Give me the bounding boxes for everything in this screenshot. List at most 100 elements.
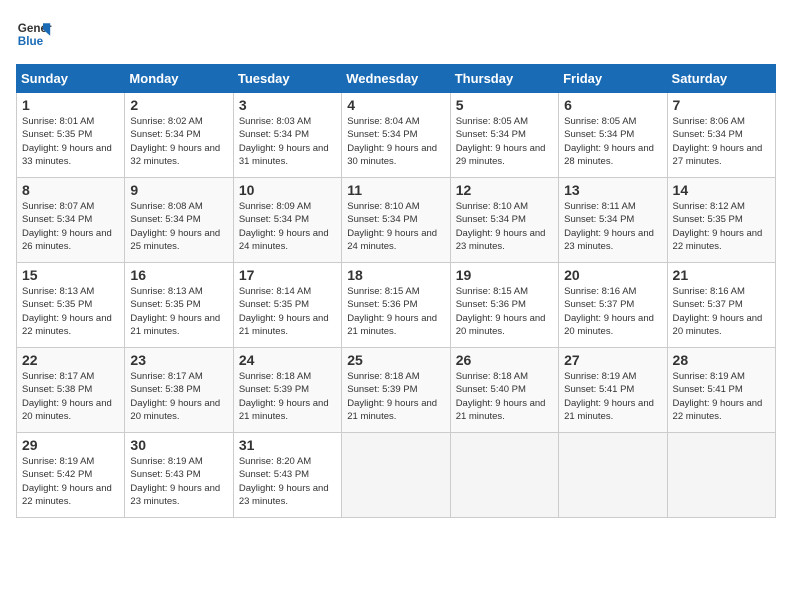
day-number: 24 xyxy=(239,352,336,368)
header-row: SundayMondayTuesdayWednesdayThursdayFrid… xyxy=(17,65,776,93)
calendar-cell xyxy=(450,433,558,518)
calendar-cell: 21 Sunrise: 8:16 AMSunset: 5:37 PMDayligh… xyxy=(667,263,775,348)
calendar-header: SundayMondayTuesdayWednesdayThursdayFrid… xyxy=(17,65,776,93)
day-number: 29 xyxy=(22,437,119,453)
cell-info: Sunrise: 8:12 AMSunset: 5:35 PMDaylight:… xyxy=(673,201,763,252)
cell-info: Sunrise: 8:07 AMSunset: 5:34 PMDaylight:… xyxy=(22,201,112,252)
svg-text:Blue: Blue xyxy=(18,35,44,48)
header-cell-thursday: Thursday xyxy=(450,65,558,93)
cell-info: Sunrise: 8:19 AMSunset: 5:41 PMDaylight:… xyxy=(673,371,763,422)
day-number: 5 xyxy=(456,97,553,113)
cell-info: Sunrise: 8:13 AMSunset: 5:35 PMDaylight:… xyxy=(130,286,220,337)
day-number: 23 xyxy=(130,352,227,368)
cell-info: Sunrise: 8:15 AMSunset: 5:36 PMDaylight:… xyxy=(456,286,546,337)
calendar-table: SundayMondayTuesdayWednesdayThursdayFrid… xyxy=(16,64,776,518)
day-number: 12 xyxy=(456,182,553,198)
cell-info: Sunrise: 8:17 AMSunset: 5:38 PMDaylight:… xyxy=(22,371,112,422)
day-number: 21 xyxy=(673,267,770,283)
cell-info: Sunrise: 8:18 AMSunset: 5:39 PMDaylight:… xyxy=(239,371,329,422)
calendar-cell: 18 Sunrise: 8:15 AMSunset: 5:36 PMDayligh… xyxy=(342,263,450,348)
week-row-3: 15 Sunrise: 8:13 AMSunset: 5:35 PMDayligh… xyxy=(17,263,776,348)
cell-info: Sunrise: 8:01 AMSunset: 5:35 PMDaylight:… xyxy=(22,116,112,167)
day-number: 27 xyxy=(564,352,661,368)
cell-info: Sunrise: 8:18 AMSunset: 5:40 PMDaylight:… xyxy=(456,371,546,422)
page-header: General Blue xyxy=(16,16,776,52)
calendar-cell: 6 Sunrise: 8:05 AMSunset: 5:34 PMDaylight… xyxy=(559,93,667,178)
calendar-cell: 25 Sunrise: 8:18 AMSunset: 5:39 PMDayligh… xyxy=(342,348,450,433)
calendar-cell: 20 Sunrise: 8:16 AMSunset: 5:37 PMDayligh… xyxy=(559,263,667,348)
day-number: 25 xyxy=(347,352,444,368)
calendar-body: 1 Sunrise: 8:01 AMSunset: 5:35 PMDaylight… xyxy=(17,93,776,518)
calendar-cell: 2Sunrise: 8:02 AMSunset: 5:34 PMDaylight… xyxy=(125,93,233,178)
calendar-cell: 15 Sunrise: 8:13 AMSunset: 5:35 PMDayligh… xyxy=(17,263,125,348)
cell-info: Sunrise: 8:05 AMSunset: 5:34 PMDaylight:… xyxy=(456,116,546,167)
day-number: 28 xyxy=(673,352,770,368)
day-number: 30 xyxy=(130,437,227,453)
calendar-cell: 27 Sunrise: 8:19 AMSunset: 5:41 PMDayligh… xyxy=(559,348,667,433)
calendar-cell: 14 Sunrise: 8:12 AMSunset: 5:35 PMDayligh… xyxy=(667,178,775,263)
calendar-cell xyxy=(667,433,775,518)
cell-info: Sunrise: 8:19 AMSunset: 5:43 PMDaylight:… xyxy=(130,456,220,507)
cell-info: Sunrise: 8:16 AMSunset: 5:37 PMDaylight:… xyxy=(564,286,654,337)
day-number: 7 xyxy=(673,97,770,113)
week-row-5: 29 Sunrise: 8:19 AMSunset: 5:42 PMDayligh… xyxy=(17,433,776,518)
cell-info: Sunrise: 8:04 AMSunset: 5:34 PMDaylight:… xyxy=(347,116,437,167)
day-number: 1 xyxy=(22,97,119,113)
day-number: 6 xyxy=(564,97,661,113)
cell-info: Sunrise: 8:10 AMSunset: 5:34 PMDaylight:… xyxy=(347,201,437,252)
cell-info: Sunrise: 8:19 AMSunset: 5:42 PMDaylight:… xyxy=(22,456,112,507)
cell-info: Sunrise: 8:15 AMSunset: 5:36 PMDaylight:… xyxy=(347,286,437,337)
calendar-cell: 23 Sunrise: 8:17 AMSunset: 5:38 PMDayligh… xyxy=(125,348,233,433)
calendar-cell: 9Sunrise: 8:08 AMSunset: 5:34 PMDaylight… xyxy=(125,178,233,263)
header-cell-monday: Monday xyxy=(125,65,233,93)
week-row-4: 22 Sunrise: 8:17 AMSunset: 5:38 PMDayligh… xyxy=(17,348,776,433)
calendar-cell xyxy=(342,433,450,518)
day-number: 20 xyxy=(564,267,661,283)
calendar-cell: 17Sunrise: 8:14 AMSunset: 5:35 PMDayligh… xyxy=(233,263,341,348)
calendar-cell: 26 Sunrise: 8:18 AMSunset: 5:40 PMDayligh… xyxy=(450,348,558,433)
cell-info: Sunrise: 8:13 AMSunset: 5:35 PMDaylight:… xyxy=(22,286,112,337)
day-number: 11 xyxy=(347,182,444,198)
calendar-cell: 4 Sunrise: 8:04 AMSunset: 5:34 PMDaylight… xyxy=(342,93,450,178)
week-row-1: 1 Sunrise: 8:01 AMSunset: 5:35 PMDaylight… xyxy=(17,93,776,178)
day-number: 16 xyxy=(130,267,227,283)
cell-info: Sunrise: 8:11 AMSunset: 5:34 PMDaylight:… xyxy=(564,201,654,252)
calendar-cell: 29 Sunrise: 8:19 AMSunset: 5:42 PMDayligh… xyxy=(17,433,125,518)
cell-info: Sunrise: 8:05 AMSunset: 5:34 PMDaylight:… xyxy=(564,116,654,167)
day-number: 8 xyxy=(22,182,119,198)
calendar-cell: 19Sunrise: 8:15 AMSunset: 5:36 PMDayligh… xyxy=(450,263,558,348)
header-cell-wednesday: Wednesday xyxy=(342,65,450,93)
day-number: 10 xyxy=(239,182,336,198)
day-number: 14 xyxy=(673,182,770,198)
calendar-cell: 12 Sunrise: 8:10 AMSunset: 5:34 PMDayligh… xyxy=(450,178,558,263)
cell-info: Sunrise: 8:16 AMSunset: 5:37 PMDaylight:… xyxy=(673,286,763,337)
calendar-cell: 22 Sunrise: 8:17 AMSunset: 5:38 PMDayligh… xyxy=(17,348,125,433)
day-number: 2 xyxy=(130,97,227,113)
calendar-cell: 31Sunrise: 8:20 AMSunset: 5:43 PMDayligh… xyxy=(233,433,341,518)
calendar-cell: 11 Sunrise: 8:10 AMSunset: 5:34 PMDayligh… xyxy=(342,178,450,263)
day-number: 15 xyxy=(22,267,119,283)
cell-info: Sunrise: 8:06 AMSunset: 5:34 PMDaylight:… xyxy=(673,116,763,167)
day-number: 9 xyxy=(130,182,227,198)
day-number: 22 xyxy=(22,352,119,368)
cell-info: Sunrise: 8:19 AMSunset: 5:41 PMDaylight:… xyxy=(564,371,654,422)
day-number: 4 xyxy=(347,97,444,113)
day-number: 13 xyxy=(564,182,661,198)
cell-info: Sunrise: 8:18 AMSunset: 5:39 PMDaylight:… xyxy=(347,371,437,422)
calendar-cell: 7 Sunrise: 8:06 AMSunset: 5:34 PMDaylight… xyxy=(667,93,775,178)
cell-info: Sunrise: 8:10 AMSunset: 5:34 PMDaylight:… xyxy=(456,201,546,252)
calendar-cell: 1 Sunrise: 8:01 AMSunset: 5:35 PMDaylight… xyxy=(17,93,125,178)
cell-info: Sunrise: 8:17 AMSunset: 5:38 PMDaylight:… xyxy=(130,371,220,422)
cell-info: Sunrise: 8:20 AMSunset: 5:43 PMDaylight:… xyxy=(239,456,329,507)
day-number: 18 xyxy=(347,267,444,283)
logo: General Blue xyxy=(16,16,52,52)
calendar-cell xyxy=(559,433,667,518)
cell-info: Sunrise: 8:14 AMSunset: 5:35 PMDaylight:… xyxy=(239,286,329,337)
header-cell-saturday: Saturday xyxy=(667,65,775,93)
calendar-cell: 10 Sunrise: 8:09 AMSunset: 5:34 PMDayligh… xyxy=(233,178,341,263)
calendar-cell: 5 Sunrise: 8:05 AMSunset: 5:34 PMDaylight… xyxy=(450,93,558,178)
logo-icon: General Blue xyxy=(16,16,52,52)
header-cell-tuesday: Tuesday xyxy=(233,65,341,93)
day-number: 26 xyxy=(456,352,553,368)
cell-info: Sunrise: 8:09 AMSunset: 5:34 PMDaylight:… xyxy=(239,201,329,252)
